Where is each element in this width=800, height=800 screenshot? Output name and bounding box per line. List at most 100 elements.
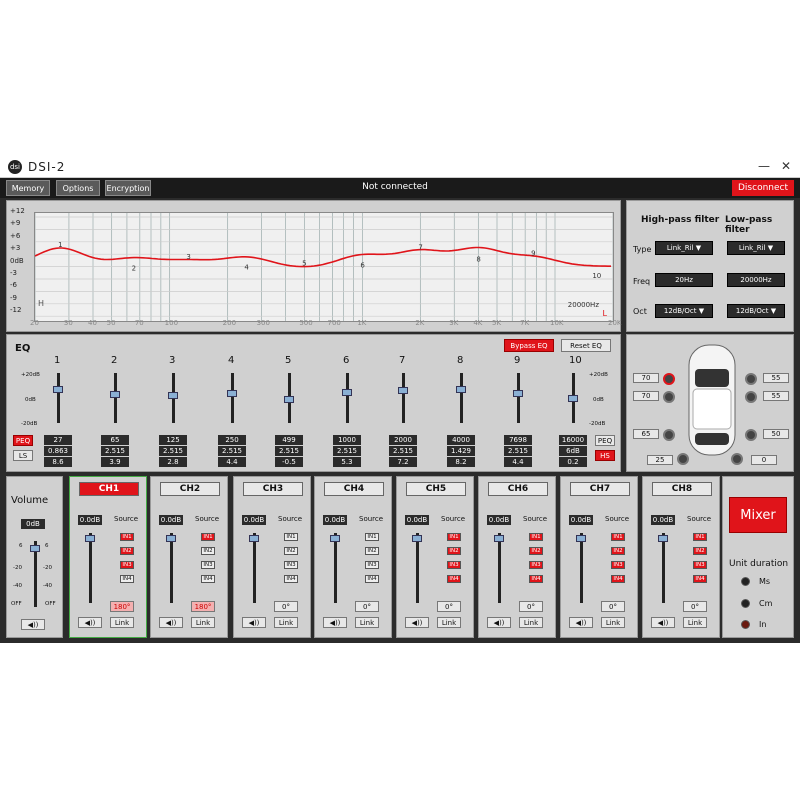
eq-point-label[interactable]: 5 (302, 260, 306, 268)
phase-button[interactable]: 0° (519, 601, 543, 612)
channel-fader-knob[interactable] (330, 535, 340, 542)
input-1-toggle[interactable]: IN1 (529, 533, 543, 541)
input-1-toggle[interactable]: IN1 (611, 533, 625, 541)
eq-band-fader-track[interactable] (284, 373, 294, 423)
eq-band-fader-knob[interactable] (227, 390, 237, 398)
eq-band-f-input[interactable]: 7698 (504, 435, 532, 445)
input-3-toggle[interactable]: IN3 (693, 561, 707, 569)
link-button[interactable]: Link (437, 617, 461, 628)
eq-band-q-input[interactable]: 2.515 (101, 446, 129, 456)
channel-header-button[interactable]: CH6 (488, 482, 548, 496)
channel-fader-knob[interactable] (249, 535, 259, 542)
eq-point-label[interactable]: 9 (531, 250, 535, 258)
eq-band-f-input[interactable]: 125 (159, 435, 187, 445)
link-button[interactable]: Link (601, 617, 625, 628)
phase-button[interactable]: 0° (355, 601, 379, 612)
eq-band-q-input[interactable]: 2.515 (504, 446, 532, 456)
channel-mute-button[interactable]: ◀)) (242, 617, 266, 628)
eq-band-f-input[interactable]: 16000 (559, 435, 587, 445)
hp-type-select[interactable]: Link_Ril ▼ (655, 241, 713, 255)
channel-fader-track[interactable] (249, 533, 259, 603)
input-2-toggle[interactable]: IN2 (447, 547, 461, 555)
eq-band-fader-track[interactable] (342, 373, 352, 423)
reset-eq-button[interactable]: Reset EQ (561, 339, 611, 352)
channel-fader-track[interactable] (576, 533, 586, 603)
channel-fader-knob[interactable] (85, 535, 95, 542)
eq-band-g-input[interactable]: 0.2 (559, 457, 587, 467)
input-4-toggle[interactable]: IN4 (365, 575, 379, 583)
minimize-button[interactable]: — (756, 159, 772, 173)
link-button[interactable]: Link (355, 617, 379, 628)
eq-band-g-input[interactable]: 8.2 (447, 457, 475, 467)
eq-band-f-input[interactable]: 499 (275, 435, 303, 445)
phase-button[interactable]: 0° (601, 601, 625, 612)
channel-mute-button[interactable]: ◀)) (323, 617, 347, 628)
eq-band-fader-track[interactable] (398, 373, 408, 423)
peq-left-button[interactable]: PEQ (13, 435, 33, 446)
eq-band-g-input[interactable]: -0.5 (275, 457, 303, 467)
eq-band-fader-knob[interactable] (168, 391, 178, 399)
input-2-toggle[interactable]: IN2 (529, 547, 543, 555)
channel-fader-knob[interactable] (658, 535, 668, 542)
eq-point-label[interactable]: 3 (186, 253, 190, 261)
bypass-eq-button[interactable]: Bypass EQ (504, 339, 554, 352)
phase-button[interactable]: 180° (191, 601, 215, 612)
channel-fader-track[interactable] (412, 533, 422, 603)
phase-button[interactable]: 180° (110, 601, 134, 612)
input-3-toggle[interactable]: IN3 (284, 561, 298, 569)
channel-fader-track[interactable] (166, 533, 176, 603)
input-4-toggle[interactable]: IN4 (447, 575, 461, 583)
eq-band-fader-track[interactable] (110, 373, 120, 423)
eq-band-f-input[interactable]: 1000 (333, 435, 361, 445)
eq-point-label[interactable]: 6 (360, 262, 365, 270)
link-button[interactable]: Link (274, 617, 298, 628)
eq-band-f-input[interactable]: 27 (44, 435, 72, 445)
input-3-toggle[interactable]: IN3 (201, 561, 215, 569)
fr2-delay-input[interactable]: 55 (763, 391, 789, 401)
options-button[interactable]: Options (56, 180, 100, 196)
input-4-toggle[interactable]: IN4 (693, 575, 707, 583)
eq-band-q-input[interactable]: 2.515 (218, 446, 246, 456)
eq-band-fader-track[interactable] (227, 373, 237, 423)
eq-response-graph[interactable]: 1 2 3 4 5 6 7 8 9 10 H L 20000Hz (34, 212, 614, 322)
eq-band-g-input[interactable]: 4.4 (504, 457, 532, 467)
channel-mute-button[interactable]: ◀)) (78, 617, 102, 628)
eq-band-q-input[interactable]: 1.429 (447, 446, 475, 456)
eq-band-fader-knob[interactable] (456, 385, 466, 393)
sub2-delay-input[interactable]: 0 (751, 455, 777, 465)
input-1-toggle[interactable]: IN1 (447, 533, 461, 541)
sub-delay-input[interactable]: 25 (647, 455, 673, 465)
volume-fader-knob[interactable] (30, 545, 40, 552)
fr-delay-input[interactable]: 55 (763, 373, 789, 383)
eq-point-label[interactable]: 8 (476, 256, 480, 264)
eq-band-q-input[interactable]: 2.515 (159, 446, 187, 456)
input-3-toggle[interactable]: IN3 (447, 561, 461, 569)
eq-point-label[interactable]: 7 (418, 244, 422, 252)
volume-mute-button[interactable]: ◀)) (21, 619, 45, 630)
eq-point-label[interactable]: 1 (58, 241, 62, 249)
input-2-toggle[interactable]: IN2 (611, 547, 625, 555)
eq-band-q-input[interactable]: 0.863 (44, 446, 72, 456)
fr2-speaker-icon[interactable] (745, 391, 757, 403)
eq-band-f-input[interactable]: 65 (101, 435, 129, 445)
eq-band-g-input[interactable]: 5.3 (333, 457, 361, 467)
eq-band-fader-knob[interactable] (513, 390, 523, 398)
eq-band-g-input[interactable]: 4.4 (218, 457, 246, 467)
phase-button[interactable]: 0° (437, 601, 461, 612)
channel-fader-track[interactable] (85, 533, 95, 603)
channel-header-button[interactable]: CH1 (79, 482, 139, 496)
input-4-toggle[interactable]: IN4 (120, 575, 134, 583)
lp-freq-input[interactable]: 20000Hz (727, 273, 785, 287)
channel-fader-knob[interactable] (494, 535, 504, 542)
channel-header-button[interactable]: CH5 (406, 482, 466, 496)
hp-oct-select[interactable]: 12dB/Oct ▼ (655, 304, 713, 318)
peq-right-button[interactable]: PEQ (595, 435, 615, 446)
input-2-toggle[interactable]: IN2 (120, 547, 134, 555)
eq-band-q-input[interactable]: 2.515 (275, 446, 303, 456)
input-2-toggle[interactable]: IN2 (365, 547, 379, 555)
encryption-button[interactable]: Encryption (105, 180, 151, 196)
link-button[interactable]: Link (519, 617, 543, 628)
eq-band-fader-track[interactable] (513, 373, 523, 423)
unit-cm-radio[interactable] (741, 599, 750, 608)
input-3-toggle[interactable]: IN3 (529, 561, 543, 569)
